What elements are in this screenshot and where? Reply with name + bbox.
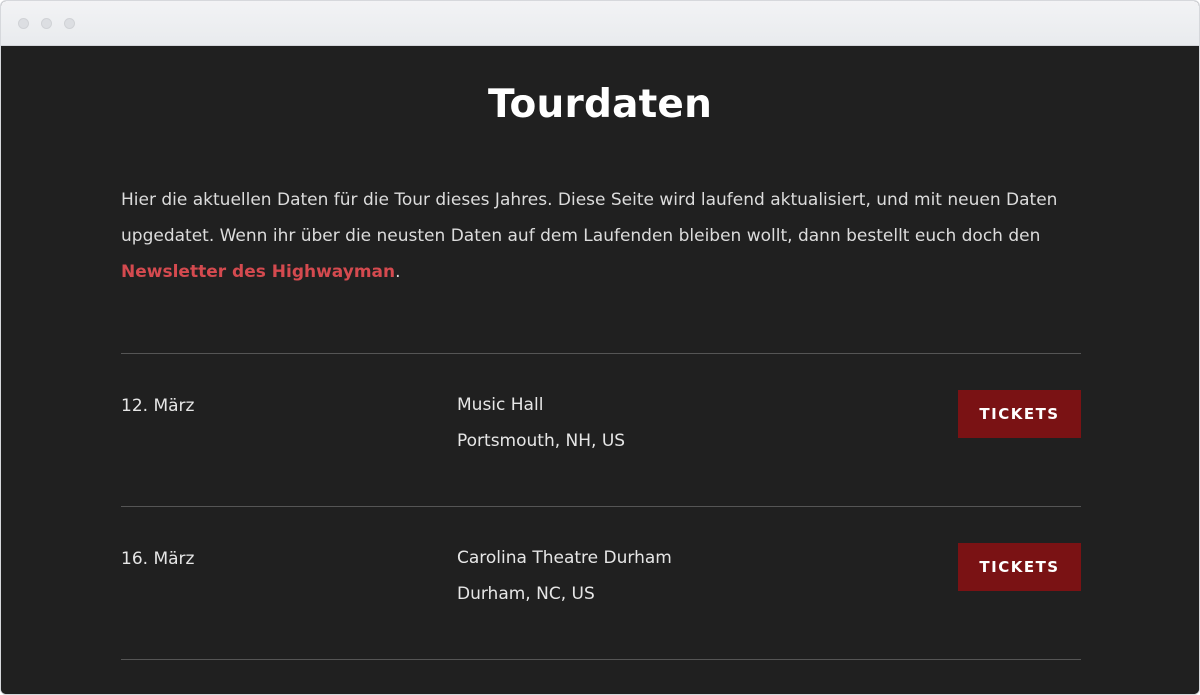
venue-name: Music Hall: [457, 395, 544, 415]
page-content: Tourdaten Hier die aktuellen Daten für d…: [1, 46, 1199, 694]
tour-date: 16. März: [121, 549, 195, 569]
window-titlebar: [1, 1, 1199, 46]
tour-venue: Carolina Theatre Durham Durham, NC, US: [457, 540, 672, 612]
venue-location: Durham, NC, US: [457, 584, 595, 604]
intro-end: .: [395, 262, 401, 282]
browser-window: Tourdaten Hier die aktuellen Daten für d…: [0, 0, 1200, 695]
window-maximize-dot[interactable]: [64, 18, 75, 29]
venue-name: Carolina Theatre Durham: [457, 548, 672, 568]
tour-list: 12. März Music Hall Portsmouth, NH, US T…: [121, 353, 1081, 660]
venue-location: Portsmouth, NH, US: [457, 431, 626, 451]
page-title: Tourdaten: [487, 82, 713, 127]
tickets-button[interactable]: TICKETS: [958, 390, 1081, 438]
tickets-button[interactable]: TICKETS: [958, 543, 1081, 591]
tour-row: 12. März Music Hall Portsmouth, NH, US T…: [121, 353, 1081, 506]
tour-venue: Music Hall Portsmouth, NH, US: [457, 387, 625, 459]
window-close-dot[interactable]: [18, 18, 29, 29]
window-minimize-dot[interactable]: [41, 18, 52, 29]
tour-date: 12. März: [121, 396, 195, 416]
newsletter-link[interactable]: Newsletter des Highwayman: [121, 262, 395, 282]
intro-text: Hier die aktuellen Daten für die Tour di…: [121, 190, 1058, 246]
tour-row: 16. März Carolina Theatre Durham Durham,…: [121, 506, 1081, 660]
intro-paragraph: Hier die aktuellen Daten für die Tour di…: [121, 182, 1081, 290]
